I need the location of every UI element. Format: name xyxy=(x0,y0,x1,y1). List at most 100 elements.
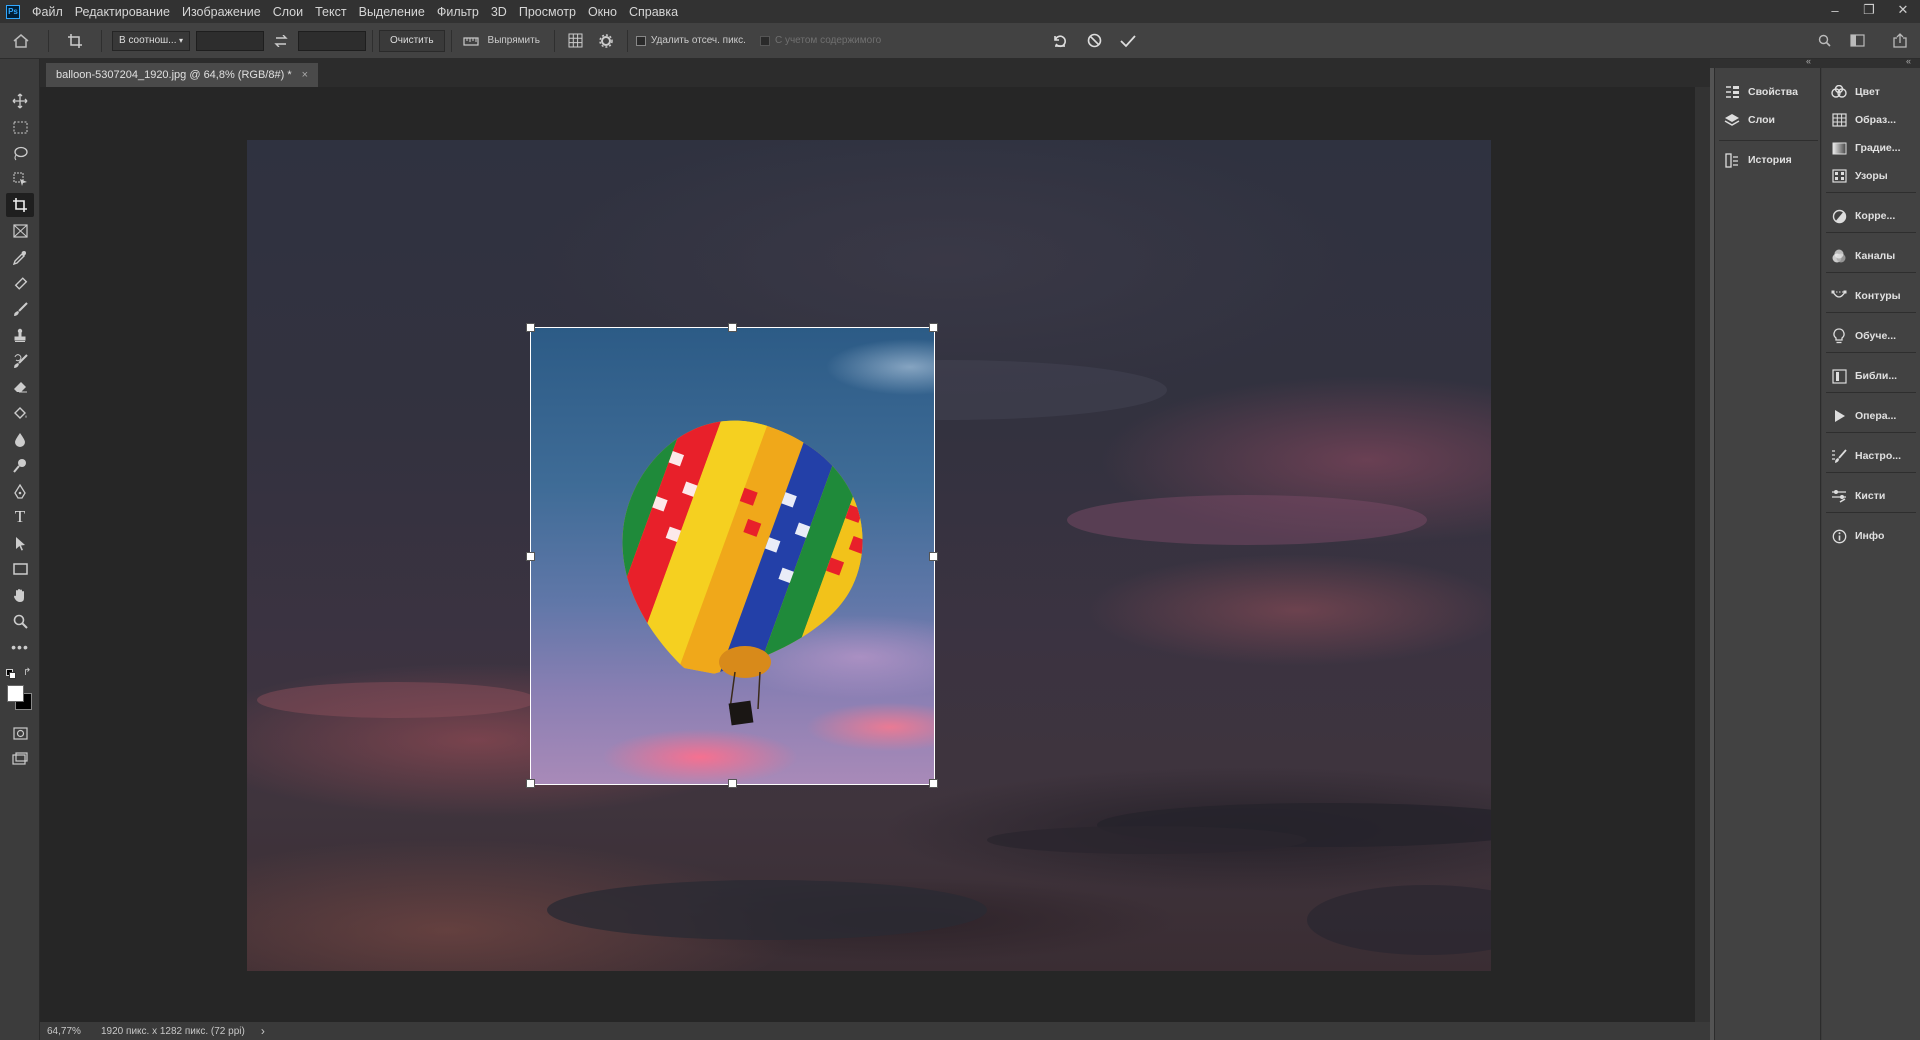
zoom-tool-icon[interactable] xyxy=(6,609,34,633)
pen-tool-icon[interactable] xyxy=(6,479,34,503)
menu-view[interactable]: Просмотр xyxy=(513,5,582,19)
panel-channels[interactable]: Каналы xyxy=(1830,248,1895,264)
panel-gradients[interactable]: Градие... xyxy=(1830,140,1901,156)
brush-tool-icon[interactable] xyxy=(6,297,34,321)
document-tab-bar: balloon-5307204_1920.jpg @ 64,8% (RGB/8#… xyxy=(40,59,1710,87)
panel-swatches[interactable]: Образ... xyxy=(1830,112,1896,128)
quick-mask-icon[interactable] xyxy=(6,721,34,745)
menu-3d[interactable]: 3D xyxy=(485,5,513,19)
status-menu-arrow-icon[interactable]: › xyxy=(261,1024,265,1038)
width-input[interactable] xyxy=(196,30,264,51)
menu-filter[interactable]: Фильтр xyxy=(431,5,485,19)
panel-adjustments[interactable]: Корре... xyxy=(1830,208,1895,224)
panel-actions[interactable]: Опера... xyxy=(1830,408,1896,424)
clear-button[interactable]: Очистить xyxy=(379,29,445,52)
panel-history[interactable]: История xyxy=(1723,152,1792,168)
menu-type[interactable]: Текст xyxy=(309,5,352,19)
crop-tool-icon[interactable] xyxy=(6,193,34,217)
eyedropper-tool-icon[interactable] xyxy=(6,245,34,269)
panel-color[interactable]: Цвет xyxy=(1830,84,1880,100)
lasso-tool-icon[interactable] xyxy=(6,141,34,165)
document-tab[interactable]: balloon-5307204_1920.jpg @ 64,8% (RGB/8#… xyxy=(46,63,319,87)
checkbox-box[interactable] xyxy=(635,35,646,46)
frame-tool-icon[interactable] xyxy=(6,219,34,243)
divider xyxy=(372,29,373,52)
panel-properties[interactable]: Свойства xyxy=(1723,84,1798,100)
menu-select[interactable]: Выделение xyxy=(353,5,431,19)
canvas-workspace[interactable] xyxy=(40,87,1695,1022)
marquee-tool-icon[interactable] xyxy=(6,115,34,139)
panel-label: Градие... xyxy=(1855,142,1901,154)
rectangle-tool-icon[interactable] xyxy=(6,557,34,581)
menu-layers[interactable]: Слои xyxy=(267,5,309,19)
dodge-tool-icon[interactable] xyxy=(6,453,34,477)
panel-learn[interactable]: Обуче... xyxy=(1830,328,1896,344)
menu-file[interactable]: Файл xyxy=(26,5,69,19)
collapse-panel-icon[interactable]: « xyxy=(1806,56,1811,66)
paint-bucket-tool-icon[interactable] xyxy=(6,401,34,425)
crop-tool-preset-icon[interactable] xyxy=(55,29,95,53)
content-aware-checkbox[interactable]: С учетом содержимого xyxy=(759,35,882,46)
home-icon[interactable] xyxy=(0,29,42,53)
search-icon[interactable] xyxy=(1812,29,1836,53)
clone-stamp-tool-icon[interactable] xyxy=(6,323,34,347)
chevron-down-icon: ▾ xyxy=(178,36,183,45)
history-brush-tool-icon[interactable] xyxy=(6,349,34,373)
healing-brush-tool-icon[interactable] xyxy=(6,271,34,295)
move-tool-icon[interactable] xyxy=(6,89,34,113)
libraries-icon xyxy=(1830,368,1848,384)
channels-icon xyxy=(1830,248,1848,264)
checkbox-box[interactable] xyxy=(759,35,770,46)
menu-edit[interactable]: Редактирование xyxy=(69,5,176,19)
ratio-dropdown[interactable]: В соотнош... ▾ xyxy=(112,30,190,51)
swap-dimensions-icon[interactable] xyxy=(264,29,298,53)
minimize-icon[interactable]: – xyxy=(1818,0,1852,20)
blur-tool-icon[interactable] xyxy=(6,427,34,451)
divider xyxy=(1826,352,1916,353)
panel-patterns[interactable]: Узоры xyxy=(1830,168,1888,184)
reset-icon[interactable] xyxy=(1048,29,1072,53)
foreground-color-swatch[interactable] xyxy=(7,685,24,702)
path-selection-tool-icon[interactable] xyxy=(6,531,34,555)
panel-layers[interactable]: Слои xyxy=(1723,112,1775,128)
screen-mode-icon[interactable] xyxy=(6,747,34,771)
eraser-tool-icon[interactable] xyxy=(6,375,34,399)
panel-libraries[interactable]: Библи... xyxy=(1830,368,1897,384)
close-tab-icon[interactable]: × xyxy=(302,69,308,81)
hand-tool-icon[interactable] xyxy=(6,583,34,607)
image-canvas[interactable] xyxy=(247,140,1491,971)
content-aware-label: С учетом содержимого xyxy=(774,35,882,46)
type-tool-icon[interactable]: T xyxy=(6,505,34,529)
swap-colors-icon[interactable]: ↱ xyxy=(23,667,31,678)
panel-brushes[interactable]: Кисти xyxy=(1830,488,1885,504)
panel-label: Контуры xyxy=(1855,290,1901,302)
photoshop-logo-icon[interactable]: Ps xyxy=(6,4,20,19)
close-icon[interactable]: ✕ xyxy=(1886,0,1920,20)
more-tools-icon[interactable]: ••• xyxy=(6,635,34,659)
overlay-grid-icon[interactable] xyxy=(561,29,591,53)
panel-label: Кисти xyxy=(1855,490,1886,502)
collapse-dock-icon[interactable]: « xyxy=(1906,56,1911,66)
panel-paths[interactable]: Контуры xyxy=(1830,288,1901,304)
delete-cropped-checkbox[interactable]: Удалить отсеч. пикс. xyxy=(635,35,746,46)
zoom-level[interactable]: 64,77% xyxy=(47,1026,91,1037)
document-info: 1920 пикс. x 1282 пикс. (72 ppi) xyxy=(101,1025,245,1037)
default-colors-icon[interactable]: ↱ xyxy=(5,667,35,681)
menu-image[interactable]: Изображение xyxy=(176,5,267,19)
workspace-icon[interactable] xyxy=(1845,29,1869,53)
restore-icon[interactable]: ❐ xyxy=(1852,0,1886,20)
straighten-label[interactable]: Выпрямить xyxy=(488,35,540,46)
panel-info[interactable]: Инфо xyxy=(1830,528,1884,544)
commit-check-icon[interactable] xyxy=(1116,29,1140,53)
gear-icon[interactable] xyxy=(591,29,621,53)
height-input[interactable] xyxy=(298,30,366,51)
share-icon[interactable] xyxy=(1888,29,1912,53)
menu-window[interactable]: Окно xyxy=(582,5,623,19)
vertical-scrollbar[interactable] xyxy=(1695,87,1710,1022)
menu-help[interactable]: Справка xyxy=(623,5,684,19)
panel-brush-settings[interactable]: Настро... xyxy=(1830,448,1901,464)
cancel-icon[interactable] xyxy=(1082,29,1106,53)
crop-preview-region[interactable] xyxy=(530,327,935,785)
object-select-tool-icon[interactable] xyxy=(6,167,34,191)
straighten-icon[interactable] xyxy=(458,29,484,53)
